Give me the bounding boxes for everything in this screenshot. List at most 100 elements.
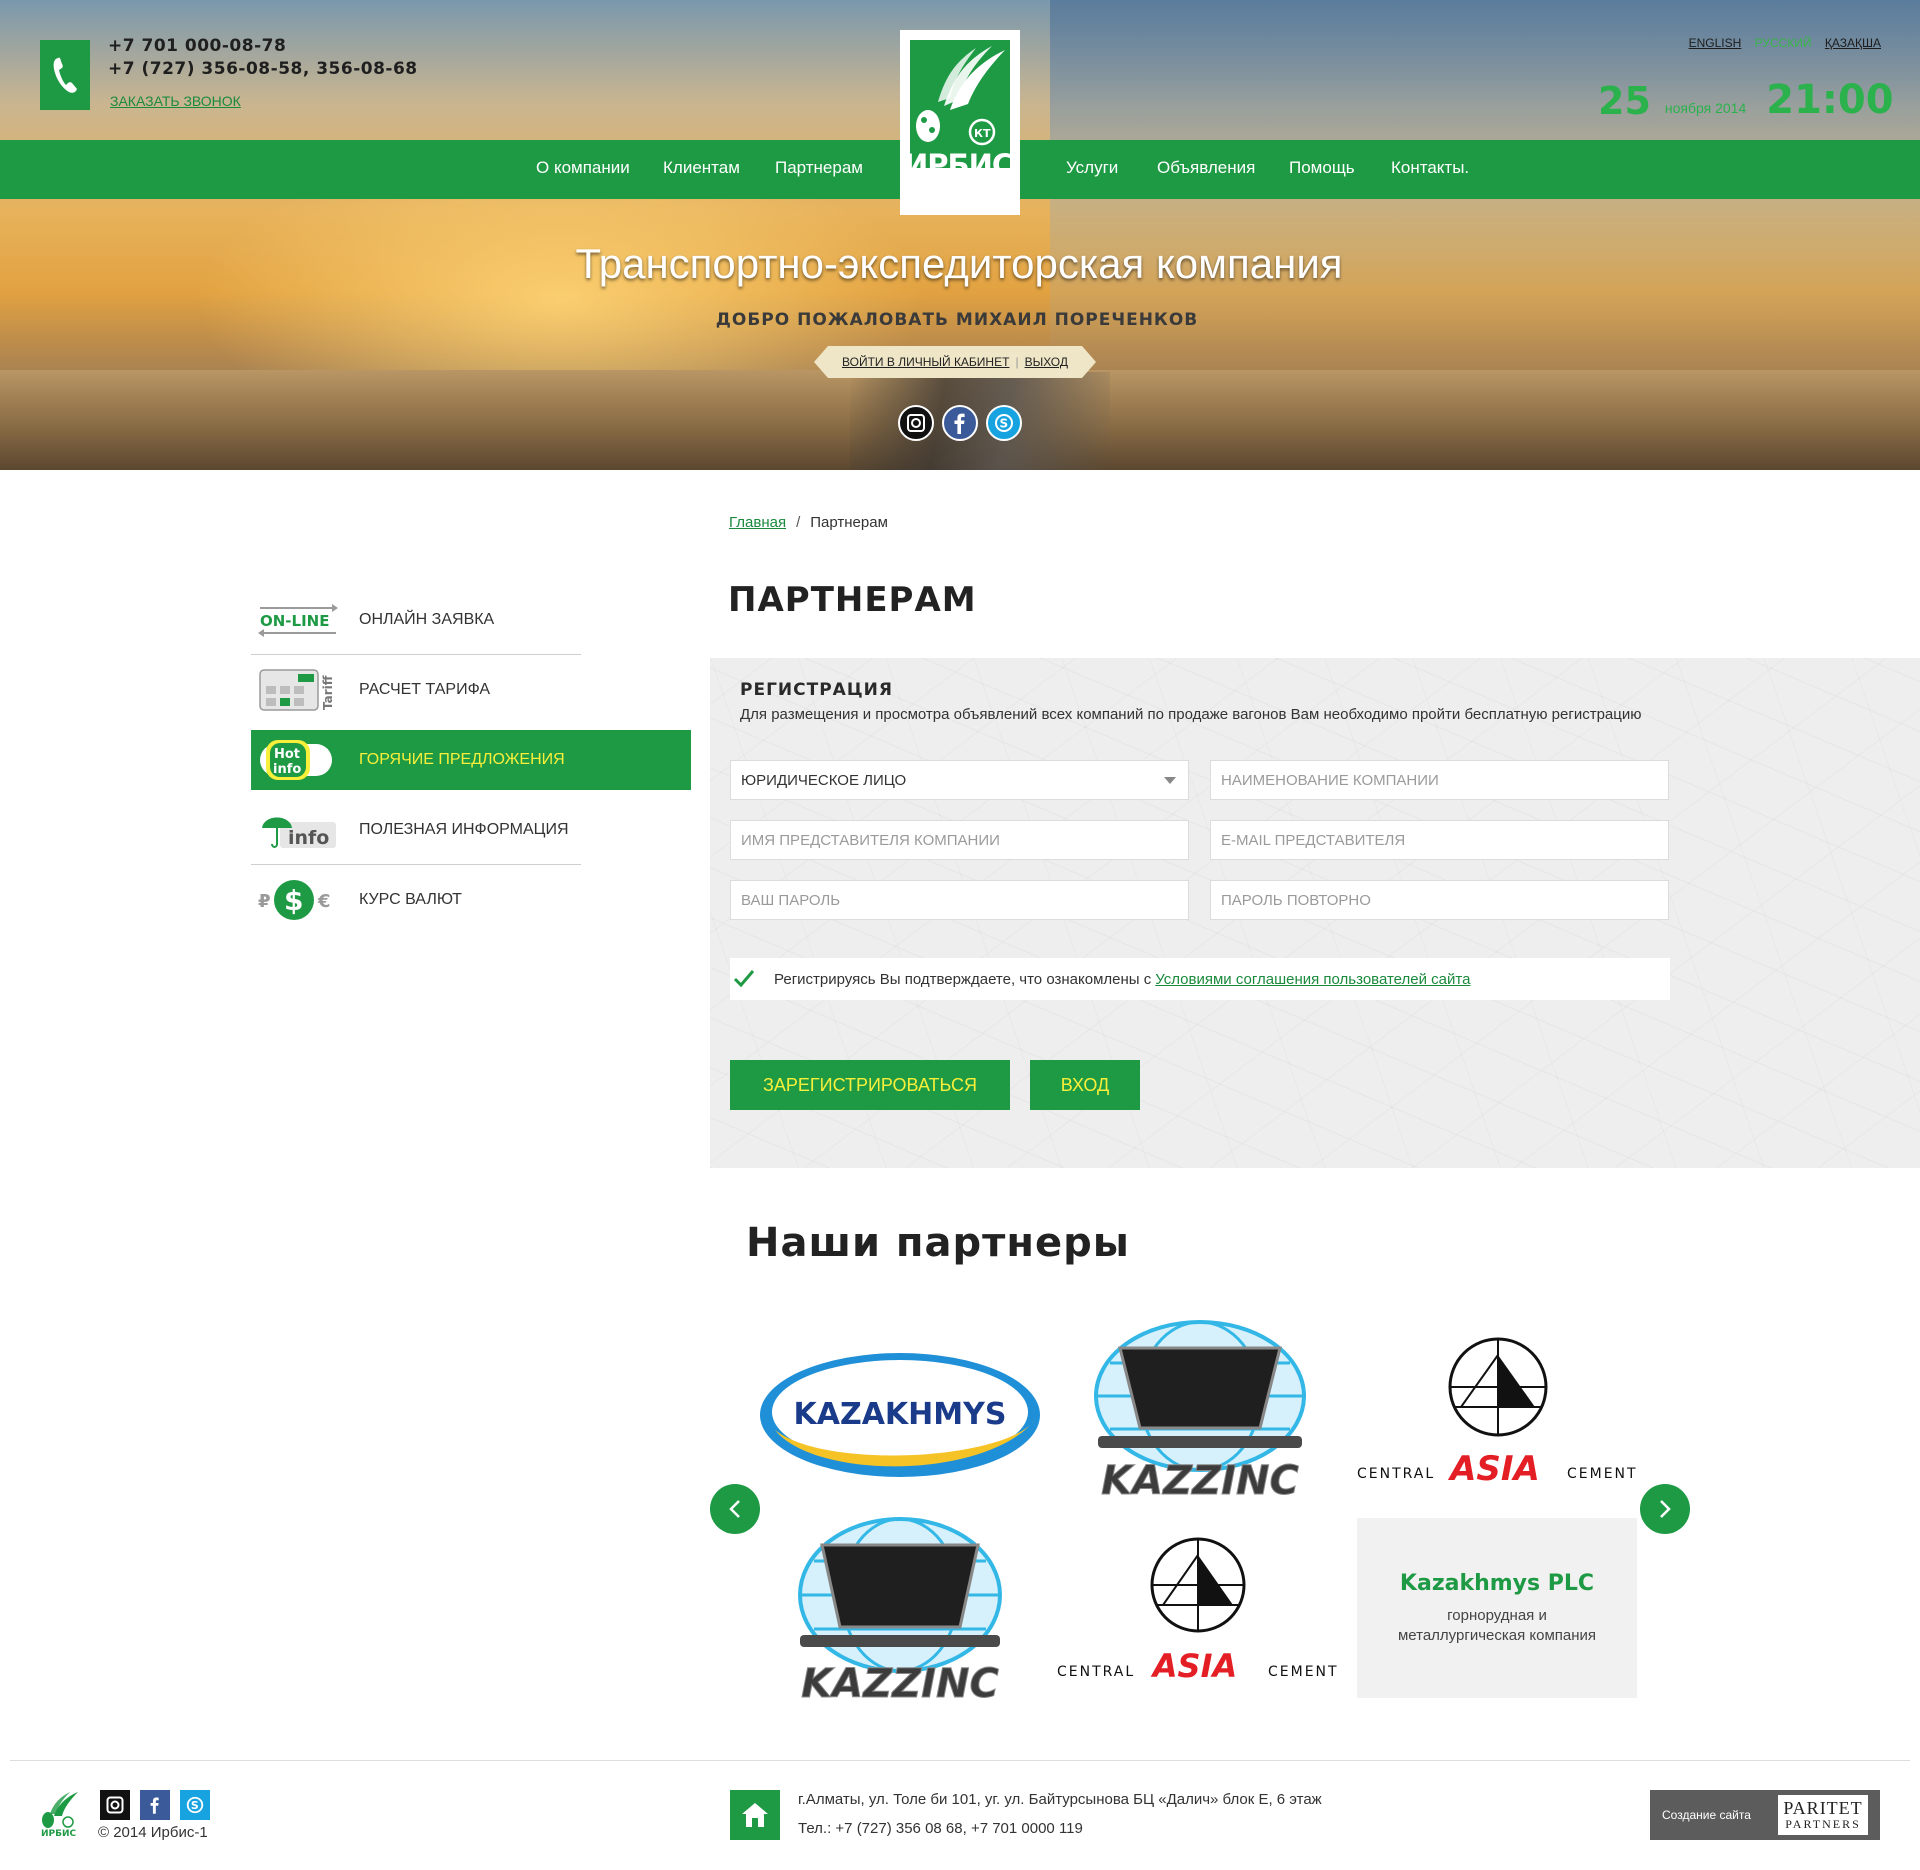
company-name-placeholder: НАИМЕНОВАНИЕ КОМПАНИИ [1221,771,1439,789]
paritet-partners-logo: PARITET PARTNERS [1778,1795,1868,1835]
carousel-prev-button[interactable] [710,1484,760,1534]
phone-number-mobile: +7 701 000-08-78 [108,36,287,56]
svg-text:CEMENT: CEMENT [1567,1466,1638,1482]
chevron-down-icon [1164,776,1176,784]
company-name-field[interactable]: НАИМЕНОВАНИЕ КОМПАНИИ [1210,760,1669,800]
currency-icon: ₽ $ € [257,875,339,925]
svg-text:ИРБИС 1: ИРБИС 1 [41,1829,80,1838]
phone-number-office: +7 (727) 356-08-58, 356-08-68 [108,59,418,79]
footer-divider [10,1760,1910,1761]
brand-bottom: PARTNERS [1785,1817,1861,1831]
svg-text:€: € [317,891,331,912]
svg-text:Hot: Hot [274,747,300,762]
terms-text: Регистрируясь Вы подтверждаете, что озна… [774,971,1470,988]
nav-contacts[interactable]: Контакты. [1391,158,1469,178]
svg-text:ASIA: ASIA [1150,1647,1237,1685]
partner-logo-central-asia-cement[interactable]: CENTRAL ASIA CEMENT [1055,1535,1340,1685]
partner-logo-kazzinc[interactable]: KAZZINC [1060,1318,1340,1502]
nav-about[interactable]: О компании [536,158,630,178]
sidebar-item-online-request[interactable]: ON-LINE ОНЛАЙН ЗАЯВКА [251,590,691,650]
language-switcher: ENGLISH РУССКИЙ ҚАЗАҚША [1679,36,1881,50]
svg-text:$: $ [284,884,303,917]
registration-description: Для размещения и просмотра объявлений вс… [740,706,1642,723]
logo-text: ИРБИС 1 [904,148,1013,216]
breadcrumb-current: Партнерам [810,514,888,531]
representative-name-placeholder: ИМЯ ПРЕДСТАВИТЕЛЯ КОМПАНИИ [741,831,1000,849]
svg-text:KAZZINC: KAZZINC [1101,1458,1299,1502]
sidebar-item-useful-info[interactable]: info ПОЛЕЗНАЯ ИНФОРМАЦИЯ [251,800,691,860]
footer-social-links: S [100,1790,210,1820]
login-button[interactable]: ВХОД [1030,1060,1140,1110]
date-month-year: ноября 2014 [1664,100,1747,116]
sidebar-item-label: ГОРЯЧИЕ ПРЕДЛОЖЕНИЯ [359,751,565,768]
order-callback-link[interactable]: ЗАКАЗАТЬ ЗВОНОК [110,93,241,109]
lang-russian[interactable]: РУССКИЙ [1755,36,1812,50]
hero-social-links: S [898,405,1022,441]
breadcrumb-home-link[interactable]: Главная [729,514,786,531]
nav-partners[interactable]: Партнерам [775,158,863,178]
sidebar-item-hot-offers[interactable]: Hot info ГОРЯЧИЕ ПРЕДЛОЖЕНИЯ [251,730,691,790]
svg-text:KAZAKHMYS: KAZAKHMYS [794,1397,1007,1432]
hot-info-icon: Hot info [257,735,339,785]
partner-card-title: Kazakhmys PLC [1399,1570,1595,1596]
facebook-icon[interactable] [942,405,978,441]
skype-icon[interactable]: S [180,1790,210,1820]
instagram-icon[interactable] [100,1790,130,1820]
terms-checkbox[interactable] [732,967,756,991]
svg-text:Tariff: Tariff [321,675,335,710]
footer-logo-icon[interactable]: ИРБИС 1 [40,1790,86,1839]
breadcrumb-separator: / [796,514,801,531]
password-placeholder: ВАШ ПАРОЛЬ [741,891,841,909]
svg-text:KAZZINC: KAZZINC [801,1661,999,1705]
partner-card-kazakhmys-plc[interactable]: Kazakhmys PLC горнорудная и металлургиче… [1357,1518,1637,1698]
home-icon [730,1790,780,1840]
partner-logo-kazakhmys[interactable]: KAZAKHMYS [755,1340,1045,1490]
partners-title: Наши партнеры [746,1220,1130,1266]
hero-title: Транспортно-экспедиторская компания [575,240,1343,287]
developer-credit[interactable]: Создание сайта PARITET PARTNERS [1650,1790,1880,1840]
nav-ads[interactable]: Объявления [1157,158,1255,178]
copyright: © 2014 Ирбис-1 [98,1824,208,1841]
nav-clients[interactable]: Клиентам [663,158,740,178]
sidebar-item-tariff[interactable]: Tariff РАСЧЕТ ТАРИФА [251,660,691,720]
lang-kazakh[interactable]: ҚАЗАҚША [1825,36,1881,50]
nav-help[interactable]: Помощь [1289,158,1355,178]
sidebar-item-currency[interactable]: ₽ $ € КУРС ВАЛЮТ [251,870,691,930]
terms-link[interactable]: Условиями соглашения пользователей сайта [1155,971,1470,988]
partner-logo-central-asia-cement[interactable]: CENTRAL ASIA CEMENT [1355,1335,1640,1495]
svg-text:info: info [288,827,329,849]
sidebar-divider [251,654,581,655]
facebook-icon[interactable] [140,1790,170,1820]
date-time-display: 25 ноября 2014 21:00 [1598,70,1894,120]
entity-type-select[interactable]: ЮРИДИЧЕСКОЕ ЛИЦО [730,760,1189,800]
skype-icon[interactable]: S [986,405,1022,441]
nav-services[interactable]: Услуги [1066,158,1118,178]
sidebar-item-label: ПОЛЕЗНАЯ ИНФОРМАЦИЯ [359,821,569,838]
password-repeat-field[interactable]: ПАРОЛЬ ПОВТОРНО [1210,880,1669,920]
svg-text:₽: ₽ [258,891,271,912]
representative-name-field[interactable]: ИМЯ ПРЕДСТАВИТЕЛЯ КОМПАНИИ [730,820,1189,860]
developer-credit-label: Создание сайта [1662,1808,1751,1822]
personal-cabinet-link[interactable]: ВОЙТИ В ЛИЧНЫЙ КАБИНЕТ [842,355,1009,369]
password-field[interactable]: ВАШ ПАРОЛЬ [730,880,1189,920]
footer-phones: Тел.: +7 (727) 356 08 68, +7 701 0000 11… [798,1820,1083,1837]
representative-email-field[interactable]: E-MAIL ПРЕДСТАВИТЕЛЯ [1210,820,1669,860]
phone-icon [40,40,90,110]
site-logo[interactable]: КТ ИРБИС 1 [900,30,1020,216]
carousel-next-button[interactable] [1640,1484,1690,1534]
online-icon: ON-LINE [257,595,339,645]
account-ribbon: ВОЙТИ В ЛИЧНЫЙ КАБИНЕТ | ВЫХОД [814,346,1096,378]
welcome-message: ДОБРО ПОЖАЛОВАТЬ МИХАИЛ ПОРЕЧЕНКОВ [715,310,1199,330]
sidebar-item-label: ОНЛАЙН ЗАЯВКА [359,611,495,628]
sidebar-item-label: РАСЧЕТ ТАРИФА [359,681,491,698]
svg-text:S: S [191,1799,199,1812]
instagram-icon[interactable] [898,405,934,441]
partner-logo-kazzinc[interactable]: KAZZINC [770,1515,1030,1705]
clock-time: 21:00 [1766,77,1894,123]
logout-link[interactable]: ВЫХОД [1025,355,1068,369]
tariff-calculator-icon: Tariff [257,665,339,715]
lang-english[interactable]: ENGLISH [1689,36,1742,50]
registration-title: РЕГИСТРАЦИЯ [740,680,893,700]
register-button[interactable]: ЗАРЕГИСТРИРОВАТЬСЯ [730,1060,1010,1110]
terms-agreement-row: Регистрируясь Вы подтверждаете, что озна… [730,958,1670,1000]
